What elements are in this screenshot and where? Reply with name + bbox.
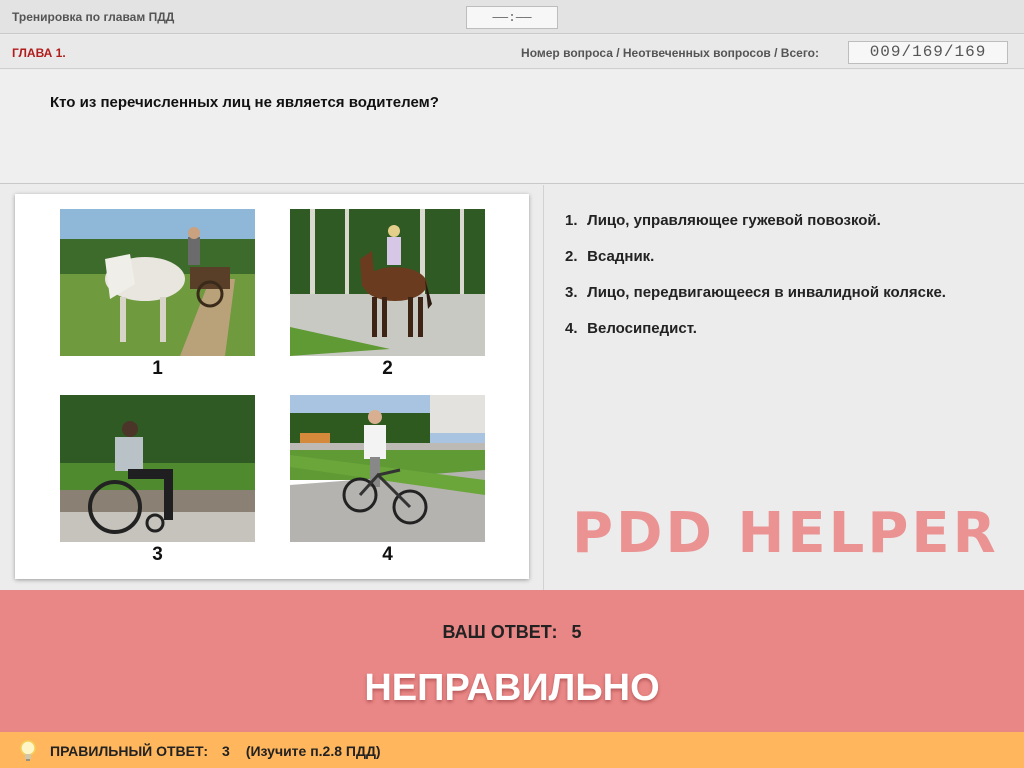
correct-answer-label: ПРАВИЛЬНЫЙ ОТВЕТ:: [50, 743, 209, 759]
horse-rider-photo: [290, 209, 485, 356]
app-title: Тренировка по главам ПДД: [12, 10, 175, 24]
question-panel: Кто из перечисленных лиц не является вод…: [0, 70, 1024, 184]
question-counter-label: Номер вопроса / Неотвеченных вопросов / …: [521, 46, 819, 60]
photo-number: 3: [152, 544, 163, 565]
answer-option-2[interactable]: 2. Всадник.: [565, 248, 946, 265]
correct-answer-bar: ПРАВИЛЬНЫЙ ОТВЕТ: 3 (Изучите п.2.8 ПДД): [0, 732, 1024, 768]
answer-list: 1. Лицо, управляющее гужевой повозкой. 2…: [565, 212, 946, 356]
chapter-label: ГЛАВА 1.: [12, 46, 66, 60]
lightbulb-icon: [20, 740, 36, 761]
watermark-logo: PDD HELPER: [572, 501, 999, 566]
timer-display: ——:——: [466, 6, 558, 29]
your-answer: ВАШ ОТВЕТ: 5: [0, 622, 1024, 643]
photo-number: 2: [382, 358, 393, 379]
question-counter: 009/169/169: [848, 41, 1008, 64]
answer-option-4[interactable]: 4. Велосипедист.: [565, 320, 946, 337]
chapter-bar: ГЛАВА 1. Номер вопроса / Неотвеченных во…: [0, 35, 1024, 69]
verdict-text: НЕПРАВИЛЬНО: [364, 667, 660, 709]
result-panel: ВАШ ОТВЕТ: 5 НЕПРАВИЛЬНО: [0, 590, 1024, 732]
photo-number: 1: [152, 358, 163, 379]
answer-option-3[interactable]: 3. Лицо, передвигающееся в инвалидной ко…: [565, 284, 946, 301]
content-area: 1 2 3 4 1. Лицо, управляющее гужевой пов…: [0, 185, 1024, 590]
wheelchair-photo: [60, 395, 255, 542]
cyclist-photo: [290, 395, 485, 542]
your-answer-label: ВАШ ОТВЕТ:: [442, 622, 558, 642]
question-text: Кто из перечисленных лиц не является вод…: [50, 94, 439, 111]
answer-option-1[interactable]: 1. Лицо, управляющее гужевой повозкой.: [565, 212, 946, 229]
your-answer-value: 5: [571, 622, 582, 642]
correct-answer-text: ПРАВИЛЬНЫЙ ОТВЕТ: 3 (Изучите п.2.8 ПДД): [50, 743, 381, 759]
panel-divider: [543, 185, 544, 590]
horse-cart-photo: [60, 209, 255, 356]
photo-number: 4: [382, 544, 393, 565]
question-image: 1 2 3 4: [15, 194, 529, 579]
top-bar: Тренировка по главам ПДД ——:——: [0, 0, 1024, 34]
correct-answer-value: 3: [222, 743, 230, 759]
study-hint: (Изучите п.2.8 ПДД): [245, 743, 381, 759]
